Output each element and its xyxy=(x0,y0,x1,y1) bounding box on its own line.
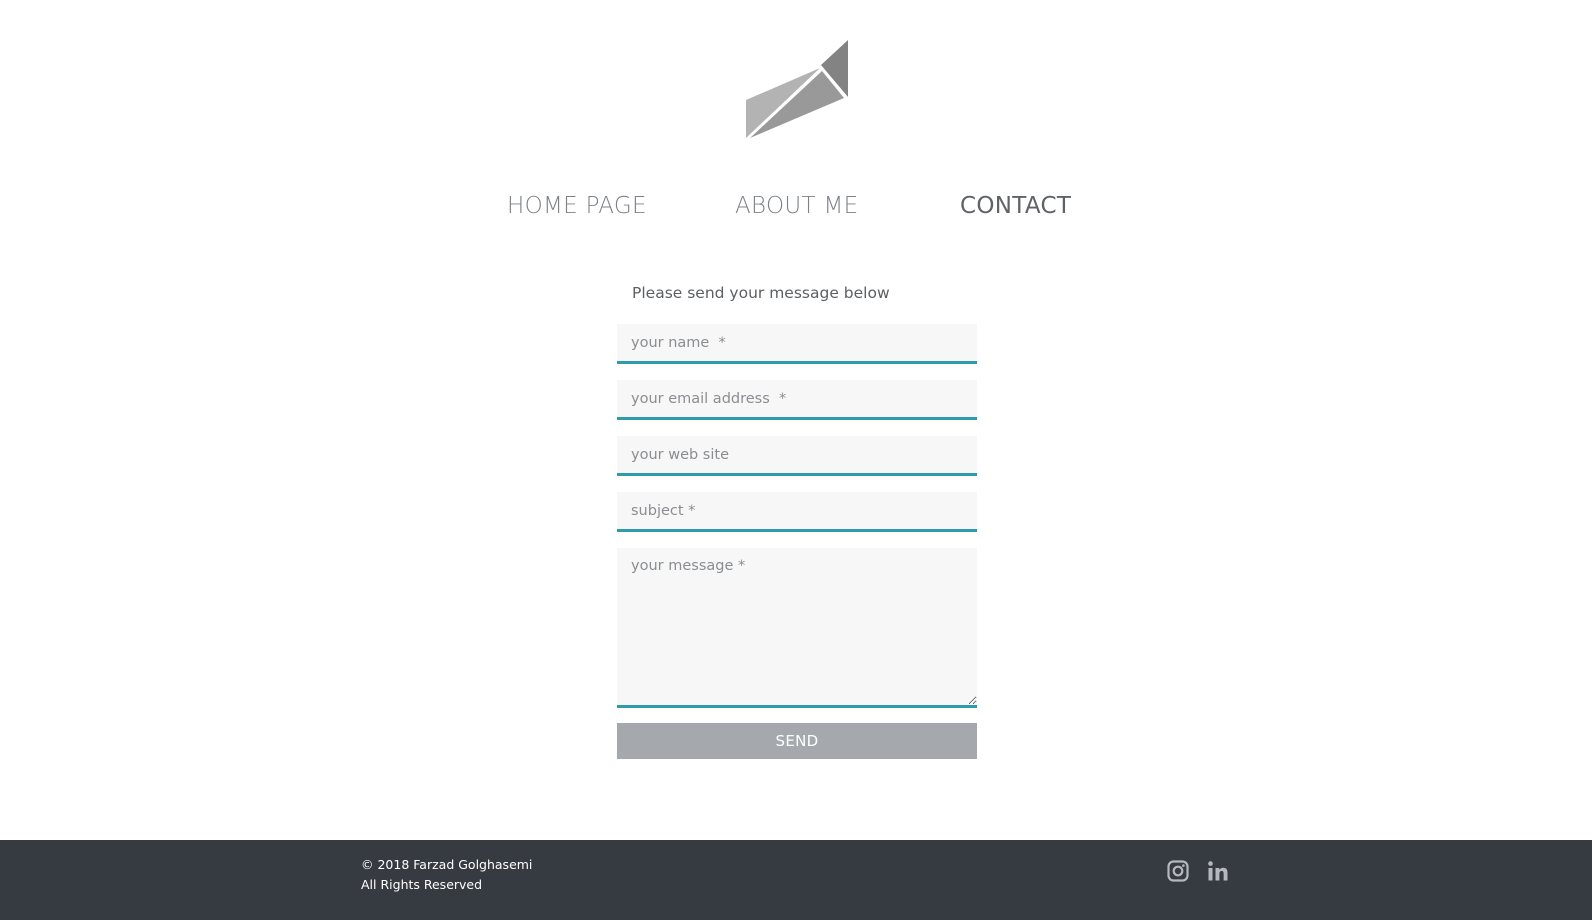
send-button[interactable]: SEND xyxy=(617,723,977,759)
nav-about-me[interactable]: ABOUT ME xyxy=(735,190,858,222)
linkedin-icon[interactable] xyxy=(1206,859,1230,883)
nav-home-page[interactable]: HOME PAGE xyxy=(507,190,647,222)
copyright: © 2018 Farzad Golghasemi All Rights Rese… xyxy=(361,855,532,895)
message-field[interactable] xyxy=(617,548,977,708)
website-field[interactable] xyxy=(617,436,977,476)
email-field[interactable] xyxy=(617,380,977,420)
subject-field[interactable] xyxy=(617,492,977,532)
form-intro: Please send your message below xyxy=(632,284,890,302)
footer: © 2018 Farzad Golghasemi All Rights Rese… xyxy=(0,840,1592,920)
rights-line: All Rights Reserved xyxy=(361,877,483,892)
nav-contact[interactable]: CONTACT xyxy=(960,190,1071,222)
name-field[interactable] xyxy=(617,324,977,364)
contact-page: HOME PAGE ABOUT ME CONTACT Please send y… xyxy=(0,0,1592,920)
instagram-icon[interactable] xyxy=(1166,859,1190,883)
logo[interactable] xyxy=(744,40,850,140)
copyright-line: © 2018 Farzad Golghasemi xyxy=(361,857,533,872)
